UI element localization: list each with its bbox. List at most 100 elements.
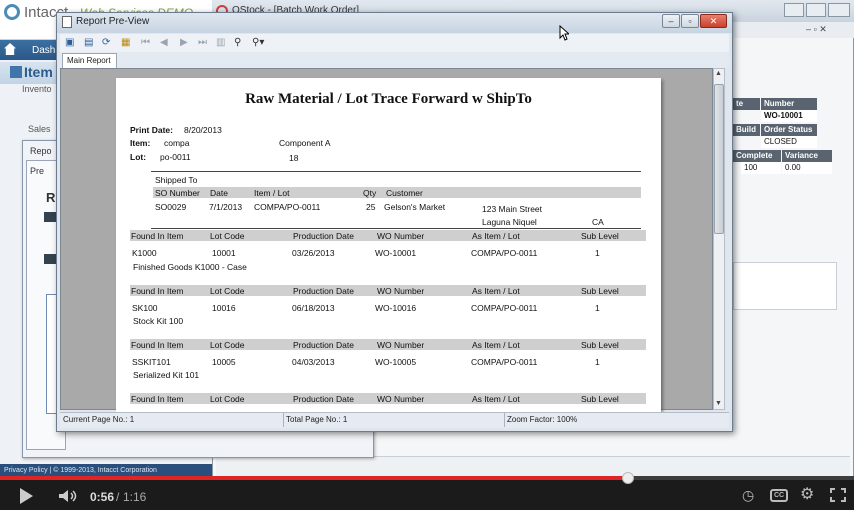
video-duration: 1:16 xyxy=(123,490,147,504)
header-as-item-lot: As Item / Lot xyxy=(472,231,520,241)
header-as-item-lot: As Item / Lot xyxy=(472,394,520,404)
total-page-status: Total Page No.: 1 xyxy=(286,415,348,424)
report-title: Raw Material / Lot Trace Forward w ShipT… xyxy=(245,91,532,107)
printer-setup-icon[interactable]: ▤ xyxy=(84,37,93,49)
grid-header: Complete xyxy=(733,150,781,162)
close-icon[interactable] xyxy=(828,3,850,17)
grid-header: te xyxy=(733,98,760,110)
header-wo-number: WO Number xyxy=(377,286,425,296)
volume-icon[interactable] xyxy=(58,489,78,503)
row-sub-level: 1 xyxy=(595,303,600,313)
shipped-to-label: Shipped To xyxy=(155,175,198,185)
background-heading: R xyxy=(46,190,56,205)
scrollbar-thumb[interactable] xyxy=(714,84,724,234)
report-preview-titlebar[interactable] xyxy=(57,13,732,33)
minimize-icon: – xyxy=(668,16,674,26)
ship-state: CA xyxy=(592,217,604,227)
row-as-item-lot: COMPA/PO-0011 xyxy=(471,248,538,258)
ship-customer: Gelson's Market xyxy=(384,202,446,212)
ship-address: 123 Main Street xyxy=(482,204,543,214)
next-page-icon[interactable]: ▶ xyxy=(180,37,188,49)
row-lot-code: 10005 xyxy=(212,357,236,367)
close-button[interactable]: ✕ xyxy=(700,14,727,28)
first-page-icon[interactable]: ⏮ xyxy=(141,37,150,49)
previous-page-icon[interactable]: ◀ xyxy=(160,37,168,49)
header-production-date: Production Date xyxy=(293,340,354,350)
grid-cell[interactable]: CLOSED xyxy=(761,136,817,148)
intacct-logo-icon xyxy=(4,4,20,20)
print-icon[interactable]: ▣ xyxy=(65,37,74,49)
header-sub-level: Sub Level xyxy=(581,231,619,241)
close-icon: ✕ xyxy=(709,16,718,26)
refresh-icon[interactable]: ⟳ xyxy=(102,37,110,49)
ship-city: Laguna Niquel xyxy=(482,217,537,227)
header-production-date: Production Date xyxy=(293,231,354,241)
header-as-item-lot: As Item / Lot xyxy=(472,340,520,350)
header-lot-code: Lot Code xyxy=(210,231,245,241)
qstock-child-controls[interactable]: – ▫ ✕ xyxy=(806,24,827,35)
grid-cell[interactable]: 100 xyxy=(741,162,781,174)
page-setup-icon[interactable]: ▥ xyxy=(216,37,225,49)
header-wo-number: WO Number xyxy=(377,231,425,241)
ship-item-lot: COMPA/PO-0011 xyxy=(254,202,321,212)
zoom-status: Zoom Factor: 100% xyxy=(507,415,578,424)
preview-tabbar xyxy=(60,52,729,68)
row-description: Serialized Kit 101 xyxy=(133,370,200,380)
fullscreen-icon[interactable] xyxy=(830,488,846,502)
header-as-item-lot: As Item / Lot xyxy=(472,286,520,296)
qstock-side-panel xyxy=(733,262,837,310)
export-icon[interactable]: ▦ xyxy=(121,37,130,49)
captions-icon[interactable]: CC xyxy=(770,489,788,502)
header-production-date: Production Date xyxy=(293,394,354,404)
inventory-section-label[interactable]: Invento xyxy=(22,84,52,94)
row-description: Finished Goods K1000 - Case xyxy=(133,262,247,272)
header-lot-code: Lot Code xyxy=(210,394,245,404)
row-found-item: SSKIT101 xyxy=(132,357,171,367)
row-found-item: K1000 xyxy=(132,248,157,258)
row-lot-code: 10001 xyxy=(212,248,236,258)
print-date-label: Print Date: xyxy=(130,125,173,135)
item-value: compa xyxy=(164,138,190,148)
current-page-status: Current Page No.: 1 xyxy=(63,415,135,424)
video-scrubber-handle[interactable] xyxy=(621,472,634,484)
lot-value: po-0011 xyxy=(160,152,191,162)
row-production-date: 04/03/2013 xyxy=(292,357,335,367)
play-icon[interactable] xyxy=(20,488,33,504)
sales-section-label[interactable]: Sales xyxy=(28,124,51,134)
background-tab-label[interactable]: Repo xyxy=(30,146,52,156)
video-current-time: 0:56 xyxy=(90,490,115,504)
maximize-button[interactable]: ▫ xyxy=(681,14,699,28)
ship-header-so-number: SO Number xyxy=(155,188,200,198)
ship-date: 7/1/2013 xyxy=(209,202,243,212)
maximize-icon[interactable] xyxy=(806,3,826,17)
qstock-window-controls[interactable] xyxy=(784,3,850,17)
header-sub-level: Sub Level xyxy=(581,394,619,404)
minimize-icon[interactable] xyxy=(784,3,804,17)
row-production-date: 03/26/2013 xyxy=(292,248,335,258)
settings-gear-icon[interactable]: ⚙ xyxy=(800,487,814,503)
lot-label: Lot: xyxy=(130,152,147,162)
row-sub-level: 1 xyxy=(595,357,600,367)
header-found-in-item: Found In Item xyxy=(131,231,184,241)
scroll-down-icon[interactable]: ▼ xyxy=(715,400,722,407)
grid-cell[interactable]: 0.00 xyxy=(782,162,832,174)
row-lot-code: 10016 xyxy=(212,303,236,313)
minimize-button[interactable]: – xyxy=(662,14,680,28)
header-lot-code: Lot Code xyxy=(210,286,245,296)
background-sub-label[interactable]: Pre xyxy=(30,166,44,176)
last-page-icon[interactable]: ⏭ xyxy=(198,37,207,49)
video-progress-played xyxy=(0,476,628,480)
find-icon[interactable]: ⚲ xyxy=(234,37,241,49)
grid-header: Build xyxy=(733,124,760,136)
header-sub-level: Sub Level xyxy=(581,340,619,350)
header-found-in-item: Found In Item xyxy=(131,340,184,350)
grid-cell[interactable]: WO-10001 xyxy=(761,110,817,122)
scroll-up-icon[interactable]: ▲ xyxy=(715,70,722,77)
ship-qty: 25 xyxy=(366,202,376,212)
grid-header: Order Status xyxy=(761,124,817,136)
tab-main-report[interactable]: Main Report xyxy=(62,53,117,68)
zoom-dropdown-icon[interactable]: ⚲▾ xyxy=(252,37,264,49)
print-date-value: 8/20/2013 xyxy=(184,125,222,135)
watch-later-icon[interactable]: ◷ xyxy=(742,487,754,503)
status-separator xyxy=(504,413,505,427)
